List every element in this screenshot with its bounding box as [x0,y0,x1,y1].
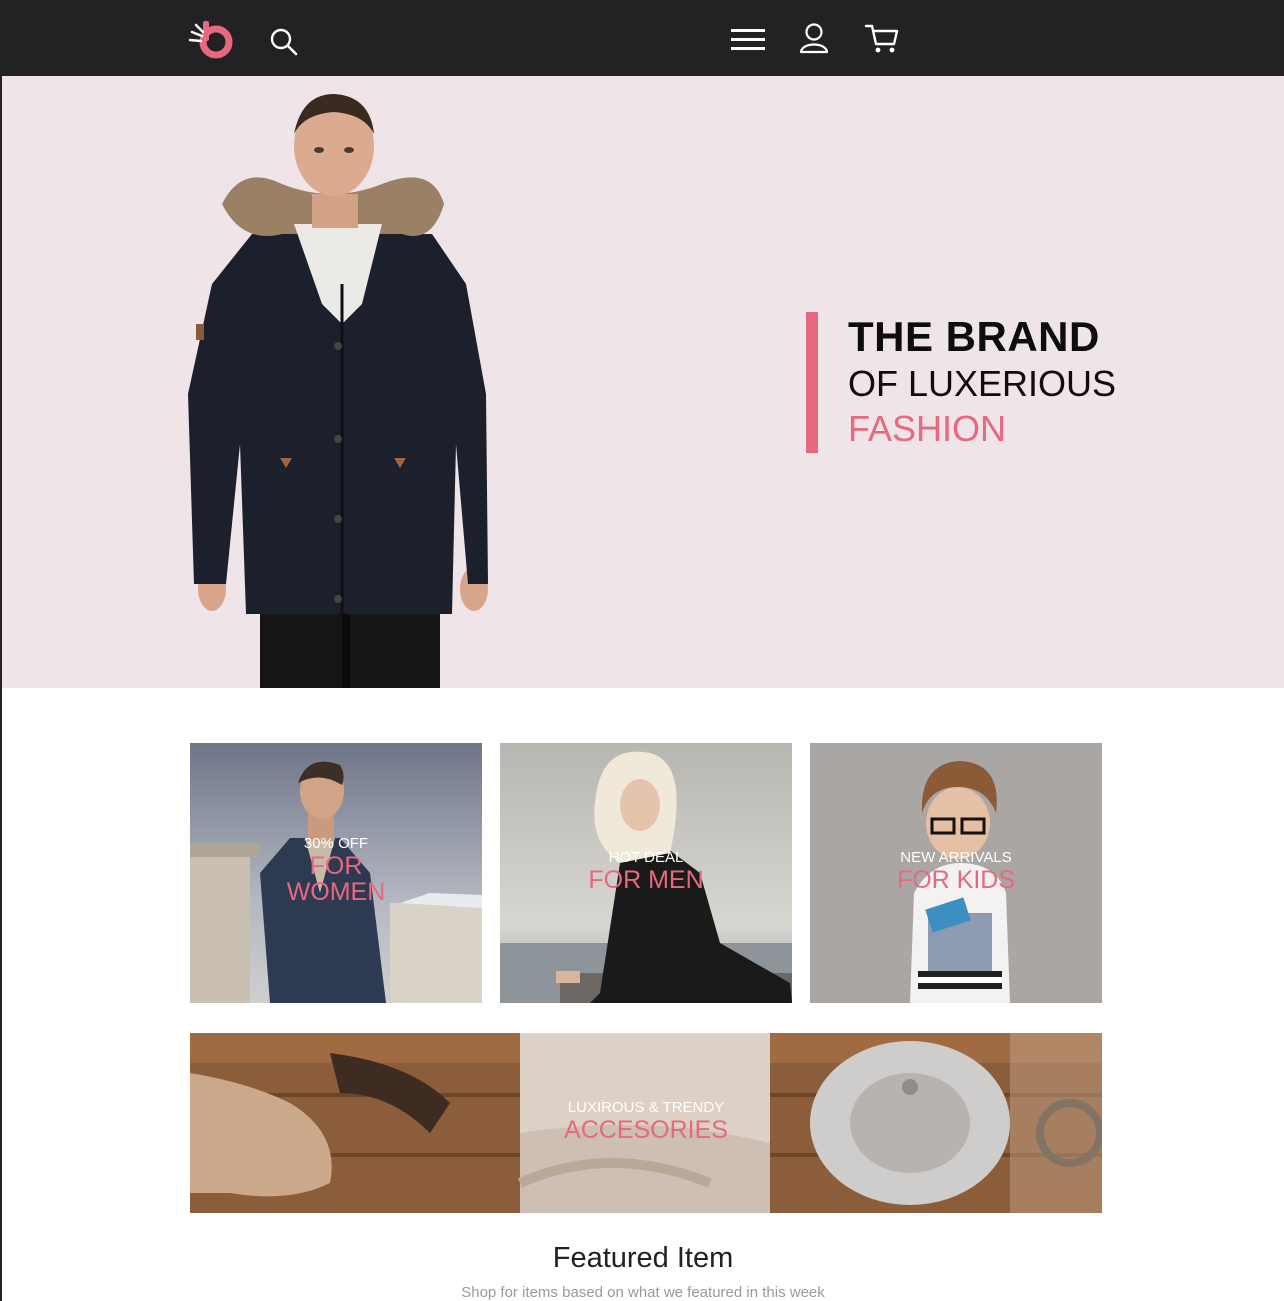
accessories-caption: LUXIROUS & TRENDY ACCESORIES [190,1099,1102,1143]
category-small-label-women: 30% OFF [303,835,369,852]
category-small-label-kids: NEW ARRIVALS [900,849,1012,866]
accessories-big-label: ACCESORIES [564,1116,728,1144]
hero-model-image [188,94,488,688]
category-tile-kids[interactable]: NEW ARRIVALS FOR KIDS [810,743,1102,1003]
menu-icon[interactable] [730,26,766,54]
accessories-banner[interactable]: LUXIROUS & TRENDY ACCESORIES [190,1033,1102,1213]
hero-headline: THE BRAND OF LUXERIOUS FASHION [806,312,1116,453]
top-navbar [2,0,1284,76]
search-icon[interactable] [268,26,300,58]
featured-subtitle: Shop for items based on what we featured… [461,1284,825,1301]
category-caption-men: HOT DEAL FOR MEN [500,849,792,893]
category-big-label-kids: FOR KIDS [896,866,1016,894]
user-icon[interactable] [798,22,830,54]
hero-line-1: THE BRAND [848,313,1100,360]
logo-icon[interactable] [188,18,236,60]
hero-banner: THE BRAND OF LUXERIOUS FASHION [2,76,1284,688]
hero-line-2: OF LUXERIOUS [848,363,1117,404]
category-caption-women: 30% OFF FOR WOMEN [190,835,482,905]
category-caption-kids: NEW ARRIVALS FOR KIDS [810,849,1102,893]
category-tile-men[interactable]: HOT DEAL FOR MEN [500,743,792,1003]
category-tile-women[interactable]: 30% OFF FOR WOMEN [190,743,482,1003]
featured-title: Featured Item [552,1242,734,1274]
cart-icon[interactable] [864,22,900,54]
category-small-label-men: HOT DEAL [608,849,684,866]
category-big-label-men: FOR MEN [588,866,704,894]
hero-line-3: FASHION [848,408,1007,449]
category-big-label-women: FOR WOMEN [286,852,386,906]
accessories-small-label: LUXIROUS & TRENDY [567,1099,725,1116]
